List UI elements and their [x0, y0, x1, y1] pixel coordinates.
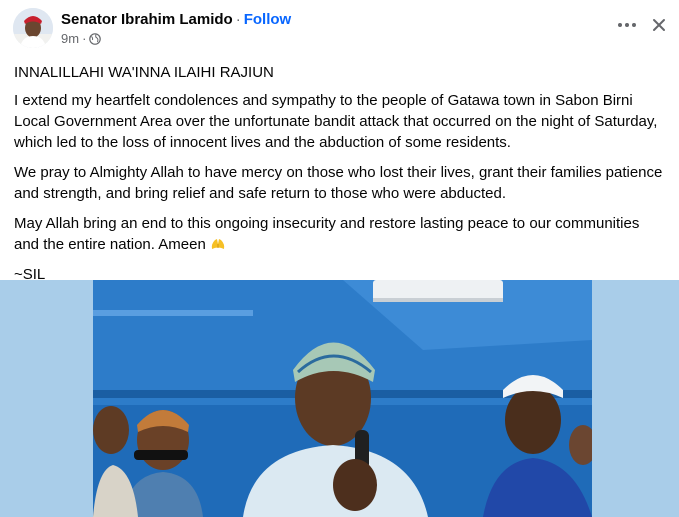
post-heading: INNALILLAHI WA'INNA ILAIHI RAJIUN — [14, 64, 274, 81]
post-media[interactable] — [0, 280, 679, 517]
close-button[interactable] — [644, 10, 674, 40]
more-options-button[interactable] — [612, 10, 642, 40]
close-icon — [653, 19, 665, 31]
post-paragraph-condolence: I extend my heartfelt condolences and sy… — [14, 92, 658, 151]
post-header: Senator Ibrahim Lamido · Follow 9m · — [0, 0, 679, 56]
facebook-post: Senator Ibrahim Lamido · Follow 9m · INN… — [0, 0, 679, 517]
post-body: INNALILLAHI WA'INNA ILAIHI RAJIUN I exte… — [14, 62, 664, 294]
post-timestamp[interactable]: 9m — [61, 31, 79, 47]
author-name[interactable]: Senator Ibrahim Lamido — [61, 11, 233, 28]
praying-hands-emoji — [210, 236, 226, 250]
post-meta: 9m · — [61, 31, 102, 47]
post-paragraph-peace: May Allah bring an end to this ongoing i… — [14, 213, 664, 255]
author-avatar[interactable] — [13, 8, 53, 48]
post-paragraph-prayer: We pray to Almighty Allah to have mercy … — [14, 164, 663, 202]
post-photo[interactable] — [93, 280, 592, 517]
follow-button[interactable]: Follow — [244, 11, 292, 28]
globe-icon — [89, 33, 102, 45]
meta-separator: · — [82, 31, 87, 46]
author-line: Senator Ibrahim Lamido · Follow — [61, 10, 291, 29]
post-paragraph-peace-text: May Allah bring an end to this ongoing i… — [14, 215, 640, 253]
name-separator: · — [235, 11, 241, 28]
more-options-icon — [618, 23, 636, 27]
